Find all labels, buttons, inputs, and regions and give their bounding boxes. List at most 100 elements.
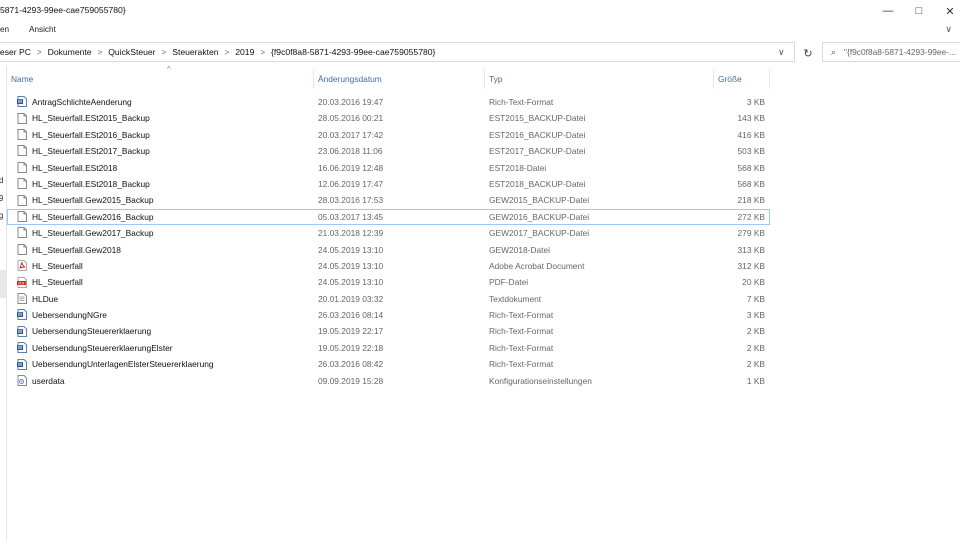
file-size: 568 KB <box>737 178 765 189</box>
file-name: HL_Steuerfall.Gew2015_Backup <box>32 195 154 206</box>
column-header-size[interactable]: Größe <box>714 69 770 89</box>
file-date: 26.03.2016 08:42 <box>318 359 384 370</box>
file-date: 19.05.2019 22:18 <box>318 342 384 353</box>
file-row[interactable]: HL_Steuerfall.ESt2018 16.06.2019 12:48 EST… <box>7 160 770 176</box>
file-type: GEW2017_BACKUP-Datei <box>489 228 590 239</box>
breadcrumb-item[interactable]: ieser PC <box>0 47 31 57</box>
file-row[interactable]: HL_Steuerfall.ESt2015_Backup 28.05.2016 0… <box>7 110 770 126</box>
nav-fragment[interactable]: 9 <box>0 194 3 203</box>
file-name-cell[interactable]: userdata <box>17 373 312 389</box>
file-name-cell[interactable]: HL_Steuerfall <box>17 258 312 274</box>
chevron-down-icon[interactable]: ∨ <box>945 24 952 35</box>
file-row[interactable]: W UebersendungSteuererklaerungElster 19.05… <box>7 340 770 356</box>
file-row[interactable]: W UebersendungUnterlagenElsterSteuererkla… <box>7 356 770 372</box>
file-row[interactable]: HL_Steuerfall.Gew2017_Backup 21.03.2018 1… <box>7 225 770 241</box>
menu-tab-ansicht[interactable]: Ansicht <box>29 25 56 34</box>
file-date: 24.05.2019 13:10 <box>318 244 384 255</box>
file-row[interactable]: W UebersendungNGre 26.03.2016 08:14 Rich-Te… <box>7 307 770 323</box>
file-name-cell[interactable]: HL_Steuerfall.Gew2018 <box>17 242 312 258</box>
column-header-name[interactable]: Name <box>7 69 314 89</box>
nav-selected-item[interactable] <box>0 270 6 298</box>
chevron-right-icon[interactable]: > <box>162 48 167 57</box>
file-row[interactable]: HL_Steuerfall.Gew2016_Backup 05.03.2017 1… <box>7 208 770 226</box>
rtf-icon: W <box>17 358 27 370</box>
address-bar[interactable]: ieser PC > Dokumente > QuickSteuer > Steuerakt… <box>0 42 795 62</box>
chevron-right-icon[interactable]: > <box>98 48 103 57</box>
file-row[interactable]: PDF HL_Steuerfall 24.05.2019 13:10 PDF-Date… <box>7 274 770 290</box>
file-name: HL_Steuerfall.Gew2016_Backup <box>32 211 154 222</box>
rtf-icon: W <box>17 325 27 337</box>
chevron-right-icon[interactable]: > <box>225 48 230 57</box>
file-name-cell[interactable]: HL_Steuerfall.ESt2018_Backup <box>17 176 312 192</box>
file-row[interactable]: HL_Steuerfall.ESt2018_Backup 12.06.2019 1… <box>7 176 770 192</box>
file-size: 416 KB <box>737 129 765 140</box>
file-name-cell[interactable]: HLDue <box>17 291 312 307</box>
file-name: UebersendungSteuererklaerung <box>32 326 152 337</box>
rtf-icon: W <box>17 309 27 321</box>
file-row[interactable]: HL_Steuerfall 24.05.2019 13:10 Adobe Acrob… <box>7 258 770 274</box>
file-name-cell[interactable]: W UebersendungNGre <box>17 307 312 323</box>
file-name-cell[interactable]: W UebersendungSteuererklaerungElster <box>17 340 312 356</box>
close-button[interactable]: ✕ <box>935 0 960 22</box>
file-icon <box>17 227 27 239</box>
column-header-type[interactable]: Typ <box>485 69 714 89</box>
chevron-right-icon[interactable]: > <box>37 48 42 57</box>
file-row[interactable]: HL_Steuerfall.Gew2018 24.05.2019 13:10 GEW… <box>7 242 770 258</box>
file-name-cell[interactable]: PDF HL_Steuerfall <box>17 274 312 290</box>
chevron-right-icon[interactable]: > <box>260 48 265 57</box>
file-date: 24.05.2019 13:10 <box>318 277 384 288</box>
file-name-cell[interactable]: W UebersendungUnterlagenElsterSteuererkla… <box>17 356 312 372</box>
file-row[interactable]: userdata 09.09.2019 15:28 Konfigurationsei… <box>7 373 770 389</box>
file-row[interactable]: HL_Steuerfall.Gew2015_Backup 28.03.2016 1… <box>7 192 770 208</box>
file-name-cell[interactable]: HL_Steuerfall.ESt2015_Backup <box>17 110 312 126</box>
file-name: UebersendungUnterlagenElsterSteuererklae… <box>32 359 214 370</box>
nav-fragment[interactable]: g <box>0 211 3 220</box>
file-name-cell[interactable]: W UebersendungSteuererklaerung <box>17 323 312 339</box>
chevron-down-icon[interactable]: ∨ <box>778 47 785 58</box>
breadcrumb-item[interactable]: 2019 <box>235 47 254 57</box>
file-row[interactable]: HLDue 20.01.2019 03:32 Textdokument 7 KB <box>7 291 770 307</box>
file-name-cell[interactable]: HL_Steuerfall.Gew2015_Backup <box>17 192 312 208</box>
file-row[interactable]: W UebersendungSteuererklaerung 19.05.2019 … <box>7 323 770 339</box>
file-date: 09.09.2019 15:28 <box>318 375 384 386</box>
breadcrumb-item[interactable]: Steuerakten <box>172 47 218 57</box>
rtf-icon: W <box>17 342 27 354</box>
search-input[interactable]: ⌕ "{f9c0f8a8-5871-4293-99ee-... <box>822 42 960 62</box>
file-name-cell[interactable]: W AntragSchlichteAenderung <box>17 94 312 110</box>
file-size: 2 KB <box>746 326 765 337</box>
breadcrumb: ieser PC > Dokumente > QuickSteuer > Steuerakt… <box>0 47 435 57</box>
file-name-cell[interactable]: HL_Steuerfall.ESt2018 <box>17 160 312 176</box>
file-date: 23.06.2018 11:06 <box>318 146 383 157</box>
breadcrumb-item[interactable]: QuickSteuer <box>108 47 155 57</box>
file-row[interactable]: W AntragSchlichteAenderung 20.03.2016 19:4… <box>7 94 770 110</box>
minimize-button[interactable]: — <box>873 0 903 22</box>
file-name: HL_Steuerfall <box>32 277 83 288</box>
file-type: EST2018_BACKUP-Datei <box>489 178 586 189</box>
file-date: 20.03.2017 17:42 <box>318 129 384 140</box>
file-type: GEW2015_BACKUP-Datei <box>489 195 590 206</box>
file-name-cell[interactable]: HL_Steuerfall.Gew2017_Backup <box>17 225 312 241</box>
file-icon <box>17 194 27 206</box>
file-icon <box>17 243 27 255</box>
maximize-button[interactable]: □ <box>904 0 934 22</box>
file-name-cell[interactable]: HL_Steuerfall.Gew2016_Backup <box>17 209 312 225</box>
file-row[interactable]: HL_Steuerfall.ESt2017_Backup 23.06.2018 1… <box>7 143 770 159</box>
file-row[interactable]: HL_Steuerfall.ESt2016_Backup 20.03.2017 1… <box>7 127 770 143</box>
nav-fragment[interactable]: d <box>0 176 3 185</box>
file-type: Rich-Text-Format <box>489 326 554 337</box>
breadcrumb-item[interactable]: {f9c0f8a8-5871-4293-99ee-cae759055780} <box>271 47 435 57</box>
file-date: 20.03.2016 19:47 <box>318 97 384 107</box>
file-name-cell[interactable]: HL_Steuerfall.ESt2016_Backup <box>17 127 312 143</box>
refresh-button[interactable]: ↻ <box>799 44 817 62</box>
breadcrumb-item[interactable]: Dokumente <box>48 47 92 57</box>
navigation-pane[interactable]: d 9 g <box>0 66 7 540</box>
file-type: Rich-Text-Format <box>489 310 554 321</box>
file-icon <box>17 129 27 141</box>
file-type: Rich-Text-Format <box>489 97 554 107</box>
file-type: Adobe Acrobat Document <box>489 260 585 271</box>
menu-tab-partial[interactable]: en <box>0 25 9 34</box>
file-date: 20.01.2019 03:32 <box>318 293 384 304</box>
file-icon <box>17 211 27 223</box>
column-header-date[interactable]: Änderungsdatum <box>314 69 485 89</box>
file-name-cell[interactable]: HL_Steuerfall.ESt2017_Backup <box>17 143 312 159</box>
